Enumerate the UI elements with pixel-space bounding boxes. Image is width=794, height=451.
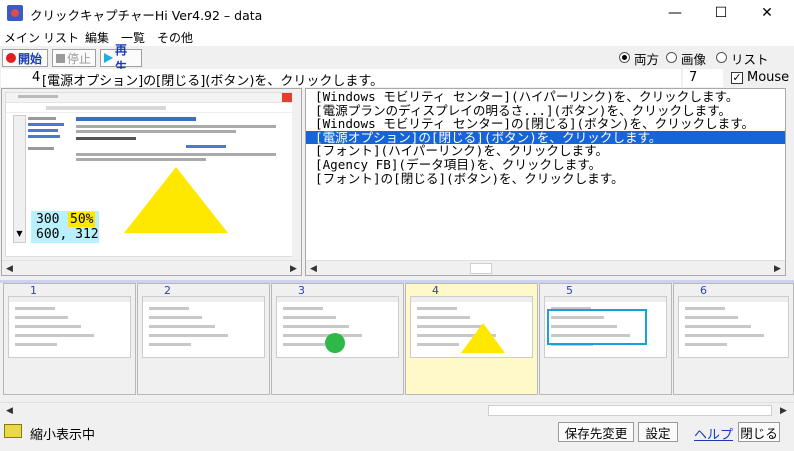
play-button[interactable]: 再生 [100, 43, 142, 74]
log-line[interactable]: [電源オプション]の[閉じる](ボタン)を、クリックします。 [306, 131, 785, 145]
folder-icon [4, 424, 22, 438]
radio-both-label: 両方 [634, 52, 660, 67]
thumbnail-4[interactable]: 4 [405, 283, 538, 395]
log-line[interactable]: [フォント](ハイパーリンク)を、クリックします。 [306, 144, 785, 158]
thumbnail-image [8, 296, 131, 358]
zoom-percent: 50% [68, 212, 96, 227]
yellow-triangle [461, 323, 505, 353]
thumbnail-6[interactable]: 6 [673, 283, 794, 395]
thumbnail-strip: 123456 [0, 283, 794, 398]
yellow-triangle [124, 167, 228, 233]
thumbnail-3[interactable]: 3 [271, 283, 404, 395]
mouse-checkbox-label: Mouse [747, 70, 790, 85]
radio-image[interactable] [666, 52, 677, 63]
log-line[interactable]: [Windows モビリティ センター](ハイパーリンク)を、クリックします。 [306, 90, 785, 104]
minimize-button[interactable]: — [652, 0, 698, 26]
thumbnail-image [410, 296, 533, 358]
log-hscroll-thumb[interactable] [470, 263, 492, 274]
radio-both[interactable] [619, 52, 630, 63]
log-line[interactable]: [電源プランのディスプレイの明るさ...](ボタン)を、クリックします。 [306, 103, 785, 118]
settings-button[interactable]: 設定 [638, 422, 678, 442]
thumbnail-hscroll-thumb[interactable] [488, 405, 772, 416]
thumbnail-image [544, 296, 667, 358]
menu-list[interactable]: リスト [43, 29, 79, 46]
scroll-right-icon[interactable]: ▶ [776, 403, 791, 418]
thumbnail-5[interactable]: 5 [539, 283, 672, 395]
mouse-checkbox[interactable]: ✓ [731, 72, 743, 84]
thumbnail-image [678, 296, 789, 358]
scroll-down-icon[interactable]: ▼ [14, 229, 25, 241]
step-count: 7 [689, 70, 698, 85]
preview-vscroll[interactable] [292, 92, 300, 257]
thumbnail-image [142, 296, 265, 358]
thumbnail-2[interactable]: 2 [137, 283, 270, 395]
log-list: [Windows モビリティ センター](ハイパーリンク)を、クリックします。[… [306, 90, 785, 185]
radio-list-label: リスト [731, 52, 769, 67]
title-bar: クリックキャプチャーHi Ver4.92 – data — ☐ ✕ [0, 0, 794, 26]
save-destination-button[interactable]: 保存先変更 [558, 422, 634, 442]
thumbnail-hscroll[interactable]: ◀ ▶ [0, 402, 794, 417]
log-line[interactable]: [Agency FB](データ項目)を、クリックします。 [306, 158, 785, 172]
stop-button[interactable]: 停止 [52, 49, 96, 67]
stop-label: 停止 [67, 51, 92, 66]
log-pane: [Windows モビリティ センター](ハイパーリンク)を、クリックします。[… [305, 88, 786, 276]
log-line[interactable]: [Windows モビリティ センター]の[閉じる](ボタン)を、クリックします… [306, 117, 785, 131]
menu-edit[interactable]: 編集 [85, 29, 109, 46]
preview-zoom-scrollbar[interactable] [13, 115, 26, 243]
radio-list[interactable] [716, 52, 727, 63]
stop-icon [56, 53, 65, 63]
current-step-text: [電源オプション]の[閉じる](ボタン)を、クリックします。 [42, 74, 384, 89]
zoom-value: 300 [36, 212, 60, 227]
scroll-left-icon[interactable]: ◀ [2, 403, 17, 418]
maximize-button[interactable]: ☐ [698, 0, 744, 26]
scroll-left-icon[interactable]: ◀ [306, 261, 321, 276]
menu-main[interactable]: メイン [4, 29, 40, 46]
current-step-index: 4 [32, 70, 41, 85]
close-window-button[interactable]: ✕ [744, 0, 790, 26]
window-title: クリックキャプチャーHi Ver4.92 – data [30, 8, 263, 23]
status-text: 縮小表示中 [30, 428, 96, 443]
highlight-box [547, 309, 647, 345]
menu-other[interactable]: その他 [157, 29, 193, 46]
image-preview-pane: ▼ 300 50% 600, 312 ◀ ▶ [1, 88, 302, 276]
log-hscroll[interactable]: ◀ ▶ [306, 260, 785, 275]
help-link[interactable]: ヘルプ [694, 424, 733, 443]
screenshot-preview[interactable]: ▼ 300 50% 600, 312 [5, 92, 293, 257]
record-icon [6, 53, 16, 63]
play-icon [104, 53, 113, 63]
start-button[interactable]: 開始 [2, 49, 48, 67]
green-circle [325, 333, 345, 353]
preview-hscroll[interactable]: ◀ ▶ [2, 260, 301, 275]
log-line[interactable]: [フォント]の[閉じる](ボタン)を、クリックします。 [306, 171, 785, 186]
start-label: 開始 [18, 51, 43, 66]
scroll-left-icon[interactable]: ◀ [2, 261, 17, 276]
close-button[interactable]: 閉じる [738, 422, 780, 442]
thumbnail-1[interactable]: 1 [3, 283, 136, 395]
scroll-right-icon[interactable]: ▶ [286, 261, 301, 276]
thumbnail-image [276, 296, 399, 358]
scroll-right-icon[interactable]: ▶ [770, 261, 785, 276]
step-count-box: 7 [683, 69, 723, 87]
current-step-box: 4 [電源オプション]の[閉じる](ボタン)を、クリックします。 [1, 69, 681, 89]
toolbar: 開始 停止 再生 両方 画像 リスト [0, 43, 794, 74]
app-icon[interactable] [7, 5, 23, 21]
radio-image-label: 画像 [681, 52, 707, 67]
mouse-coords: 600, 312 [36, 227, 99, 242]
